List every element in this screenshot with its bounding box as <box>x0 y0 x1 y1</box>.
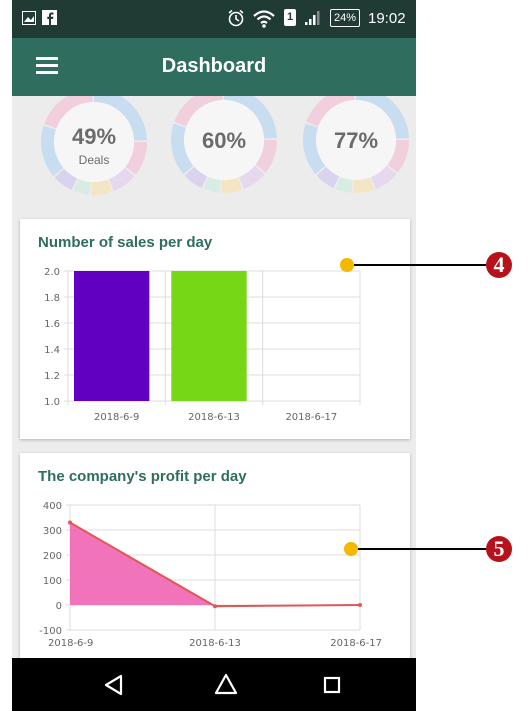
callout-dot-5 <box>344 542 358 556</box>
profit-area-chart: 400 300 200 100 0 -1002018-6-9 2018-6-13 2018-6… <box>39 501 382 649</box>
y-tick-label: 2.0 <box>44 267 60 278</box>
y-tick-label: 100 <box>43 576 62 587</box>
signal-icon <box>305 11 320 25</box>
y-tick-label: 1.8 <box>44 293 60 304</box>
y-tick-label: 1.4 <box>44 345 60 356</box>
gauge-value: 49% <box>72 124 116 149</box>
x-tick-label: 2018-6-17 <box>285 412 337 423</box>
dashboard-content[interactable]: 49% Deals 60% 77% Number of sales per day 2… <box>12 96 416 658</box>
alarm-icon <box>228 9 244 27</box>
x-tick-label: 2018-6-17 <box>330 638 382 649</box>
image-icon <box>22 11 36 25</box>
home-circle-icon[interactable] <box>208 668 244 702</box>
x-tick-label: 2018-6-9 <box>48 638 93 649</box>
y-tick-label: 1.0 <box>44 397 60 408</box>
sim-number: 1 <box>286 11 294 23</box>
gauge-label: Deals <box>79 153 110 167</box>
facebook-icon <box>42 10 57 25</box>
sales-bar-chart: 2.0 1.8 1.6 1.4 1.2 1.0 2018-6-9 2018-6-13 2018-… <box>44 267 361 423</box>
y-tick-label: 300 <box>43 526 62 537</box>
battery-icon: 24% <box>330 9 361 27</box>
y-tick-label: 1.6 <box>44 319 60 330</box>
donut-gauge-3: 77% <box>303 96 409 193</box>
callout-number-5: 5 <box>486 536 512 562</box>
data-point[interactable] <box>213 604 217 609</box>
navigation-bar <box>12 658 416 711</box>
battery-percent: 24% <box>334 12 357 24</box>
gauge-value: 60% <box>202 128 246 153</box>
donut-gauge-1: 49% Deals <box>41 96 147 195</box>
gauge-row: 49% Deals 60% 77% <box>41 96 409 195</box>
page-title: Dashboard <box>161 55 267 77</box>
sales-chart-card: Number of sales per day 2.0 1.8 1.6 1.4 1.2 1… <box>20 219 410 439</box>
gauge-value: 77% <box>334 128 378 153</box>
data-point[interactable] <box>68 520 72 525</box>
bar[interactable] <box>171 271 247 401</box>
x-tick-label: 2018-6-13 <box>189 638 241 649</box>
back-triangle-icon[interactable] <box>96 668 132 702</box>
x-tick-label: 2018-6-9 <box>94 412 139 423</box>
donut-gauge-2: 60% <box>170 96 277 193</box>
callout-line-5 <box>358 548 486 550</box>
y-tick-label: 200 <box>43 551 62 562</box>
wifi-icon <box>253 10 275 28</box>
y-tick-label: -100 <box>39 626 62 637</box>
callout-number-4: 4 <box>486 252 512 278</box>
sim-icon: 1 <box>284 9 296 26</box>
profit-chart-title: The company's profit per day <box>38 468 247 485</box>
callout-dot-4 <box>340 258 354 272</box>
sales-chart-title: Number of sales per day <box>38 234 213 251</box>
y-tick-label: 400 <box>43 501 62 512</box>
data-point[interactable] <box>358 603 362 607</box>
callout-line-4 <box>354 264 486 266</box>
recents-square-icon[interactable] <box>314 668 350 702</box>
y-tick-label: 1.2 <box>44 371 60 382</box>
status-time: 19:02 <box>368 10 406 27</box>
y-tick-label: 0 <box>56 601 62 612</box>
x-tick-label: 2018-6-13 <box>188 412 240 423</box>
status-bar: 1 24% 19:02 <box>12 0 416 38</box>
bar[interactable] <box>74 271 150 401</box>
phone-screen: 1 24% 19:02 Dashboard 49% Deals 60% 77% Num… <box>12 0 416 711</box>
app-bar: Dashboard <box>12 38 416 96</box>
